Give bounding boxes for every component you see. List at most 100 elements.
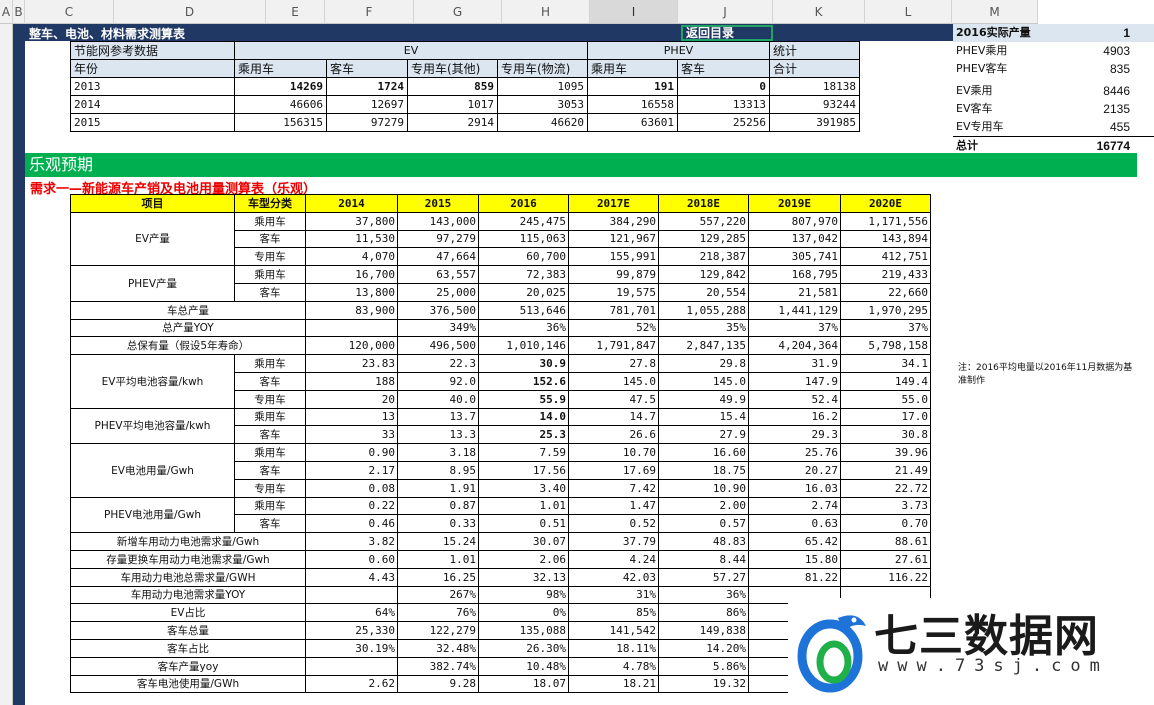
ref-cell[interactable]: 859 bbox=[407, 77, 498, 96]
data-cell[interactable]: 13,800 bbox=[305, 282, 398, 302]
row-group-label[interactable]: PHEV产量 bbox=[70, 265, 235, 302]
ref-cell[interactable]: 18138 bbox=[769, 77, 860, 96]
data-cell[interactable]: 16.03 bbox=[748, 478, 841, 498]
column-header-i[interactable]: I bbox=[590, 0, 678, 24]
data-cell[interactable]: 33 bbox=[305, 425, 398, 445]
data-cell[interactable]: 65.42 bbox=[748, 532, 841, 551]
row-label[interactable]: 客车占比 bbox=[70, 638, 306, 658]
data-cell[interactable]: 513,646 bbox=[478, 300, 569, 320]
data-cell[interactable]: 19.32 bbox=[658, 674, 749, 694]
data-cell[interactable]: 36% bbox=[478, 318, 569, 338]
data-cell[interactable]: 0.60 bbox=[305, 549, 398, 569]
row-label[interactable]: 新增车用动力电池需求量/Gwh bbox=[70, 532, 306, 551]
data-cell[interactable]: 376,500 bbox=[397, 300, 479, 320]
ref-cell[interactable]: 16558 bbox=[587, 95, 678, 114]
data-cell[interactable]: 18.75 bbox=[658, 460, 749, 480]
data-cell[interactable]: 18.11% bbox=[568, 638, 659, 658]
data-cell[interactable]: 188 bbox=[305, 371, 398, 391]
ref-col-label[interactable]: 客车 bbox=[677, 59, 770, 78]
ref-col-label[interactable]: 合计 bbox=[769, 59, 860, 78]
row-type[interactable]: 客车 bbox=[234, 425, 306, 445]
data-cell[interactable]: 8.95 bbox=[397, 460, 479, 480]
row-type[interactable]: 专用车 bbox=[234, 389, 306, 409]
data-cell[interactable]: 16.60 bbox=[658, 443, 749, 462]
data-cell[interactable]: 18.07 bbox=[478, 674, 569, 694]
header-type[interactable]: 车型分类 bbox=[234, 194, 306, 213]
data-cell[interactable]: 14.0 bbox=[478, 407, 569, 427]
data-cell[interactable]: 1,171,556 bbox=[840, 211, 931, 231]
header-item[interactable]: 项目 bbox=[70, 194, 235, 213]
data-cell[interactable]: 10.48% bbox=[478, 656, 569, 676]
data-cell[interactable]: 47,664 bbox=[397, 247, 479, 267]
data-cell[interactable]: 412,751 bbox=[840, 247, 931, 267]
data-cell[interactable]: 29.8 bbox=[658, 354, 749, 373]
row-label[interactable]: 客车总量 bbox=[70, 621, 306, 640]
column-header-a[interactable]: A bbox=[0, 0, 13, 24]
data-cell[interactable]: 0.57 bbox=[658, 514, 749, 534]
data-cell[interactable]: 85% bbox=[568, 603, 659, 623]
data-cell[interactable]: 3.40 bbox=[478, 478, 569, 498]
ref-col-label[interactable]: 乘用车 bbox=[587, 59, 678, 78]
data-cell[interactable]: 145.0 bbox=[658, 371, 749, 391]
data-cell[interactable]: 349% bbox=[397, 318, 479, 338]
data-cell[interactable]: 42.03 bbox=[568, 567, 659, 587]
data-cell[interactable]: 26.30% bbox=[478, 638, 569, 658]
side-item-label[interactable]: EV专用车 bbox=[956, 118, 1003, 136]
data-cell[interactable]: 36% bbox=[658, 585, 749, 605]
ref-cell[interactable]: 391985 bbox=[769, 113, 860, 132]
data-cell[interactable]: 143,894 bbox=[840, 229, 931, 249]
data-cell[interactable]: 0.22 bbox=[305, 496, 398, 516]
row-type[interactable]: 专用车 bbox=[234, 478, 306, 498]
data-cell[interactable]: 37% bbox=[840, 318, 931, 338]
data-cell[interactable]: 2,847,135 bbox=[658, 336, 749, 356]
data-cell[interactable]: 115,063 bbox=[478, 229, 569, 249]
header-year[interactable]: 2017E bbox=[568, 194, 659, 213]
data-cell[interactable]: 116.22 bbox=[840, 567, 931, 587]
data-cell[interactable]: 1.01 bbox=[397, 549, 479, 569]
data-cell[interactable]: 34.1 bbox=[840, 354, 931, 373]
data-cell[interactable]: 120,000 bbox=[305, 336, 398, 356]
row-label[interactable]: 存量更换车用动力电池需求量/Gwh bbox=[70, 549, 306, 569]
data-cell[interactable]: 155,991 bbox=[568, 247, 659, 267]
data-cell[interactable]: 2.62 bbox=[305, 674, 398, 694]
ref-cell[interactable]: 97279 bbox=[326, 113, 408, 132]
column-header-g[interactable]: G bbox=[414, 0, 502, 24]
data-cell[interactable]: 19,575 bbox=[568, 282, 659, 302]
row-group-label[interactable]: PHEV电池用量/Gwh bbox=[70, 496, 235, 534]
data-cell[interactable]: 4,204,364 bbox=[748, 336, 841, 356]
ref-cell[interactable]: 2015 bbox=[70, 113, 235, 132]
row-label[interactable]: 客车产量yoy bbox=[70, 656, 306, 676]
data-cell[interactable]: 557,220 bbox=[658, 211, 749, 231]
side-header-value[interactable]: 1 bbox=[1123, 24, 1130, 42]
data-cell[interactable]: 1,441,129 bbox=[748, 300, 841, 320]
row-group-label[interactable]: EV产量 bbox=[70, 211, 235, 267]
ref-col-label[interactable]: 乘用车 bbox=[234, 59, 327, 78]
side-item-label[interactable]: PHEV乘用 bbox=[956, 42, 1007, 60]
data-cell[interactable]: 152.6 bbox=[478, 371, 569, 391]
ref-cell[interactable]: 14269 bbox=[234, 77, 327, 96]
data-cell[interactable]: 384,290 bbox=[568, 211, 659, 231]
data-cell[interactable]: 17.56 bbox=[478, 460, 569, 480]
row-label[interactable]: 总产量YOY bbox=[70, 318, 306, 338]
data-cell[interactable]: 52% bbox=[568, 318, 659, 338]
header-year[interactable]: 2020E bbox=[840, 194, 931, 213]
row-type[interactable]: 乘用车 bbox=[234, 211, 306, 231]
data-cell[interactable]: 15.4 bbox=[658, 407, 749, 427]
column-header-b[interactable]: B bbox=[13, 0, 25, 24]
column-header-c[interactable]: C bbox=[25, 0, 114, 24]
data-cell[interactable]: 14.7 bbox=[568, 407, 659, 427]
column-header-m[interactable]: M bbox=[952, 0, 1038, 24]
data-cell[interactable]: 15.80 bbox=[748, 549, 841, 569]
data-cell[interactable]: 141,542 bbox=[568, 621, 659, 640]
column-header-d[interactable]: D bbox=[114, 0, 266, 24]
header-year[interactable]: 2018E bbox=[658, 194, 749, 213]
data-cell[interactable]: 22.3 bbox=[397, 354, 479, 373]
side-item-value[interactable]: 4903 bbox=[1103, 42, 1130, 60]
ref-col-label[interactable]: 专用车(其他) bbox=[407, 59, 498, 78]
data-cell[interactable]: 2.00 bbox=[658, 496, 749, 516]
ref-cell[interactable]: 191 bbox=[587, 77, 678, 96]
data-cell[interactable]: 27.8 bbox=[568, 354, 659, 373]
row-label[interactable]: 车用动力电池需求量YOY bbox=[70, 585, 306, 605]
data-cell[interactable]: 496,500 bbox=[397, 336, 479, 356]
data-cell[interactable] bbox=[305, 656, 398, 676]
